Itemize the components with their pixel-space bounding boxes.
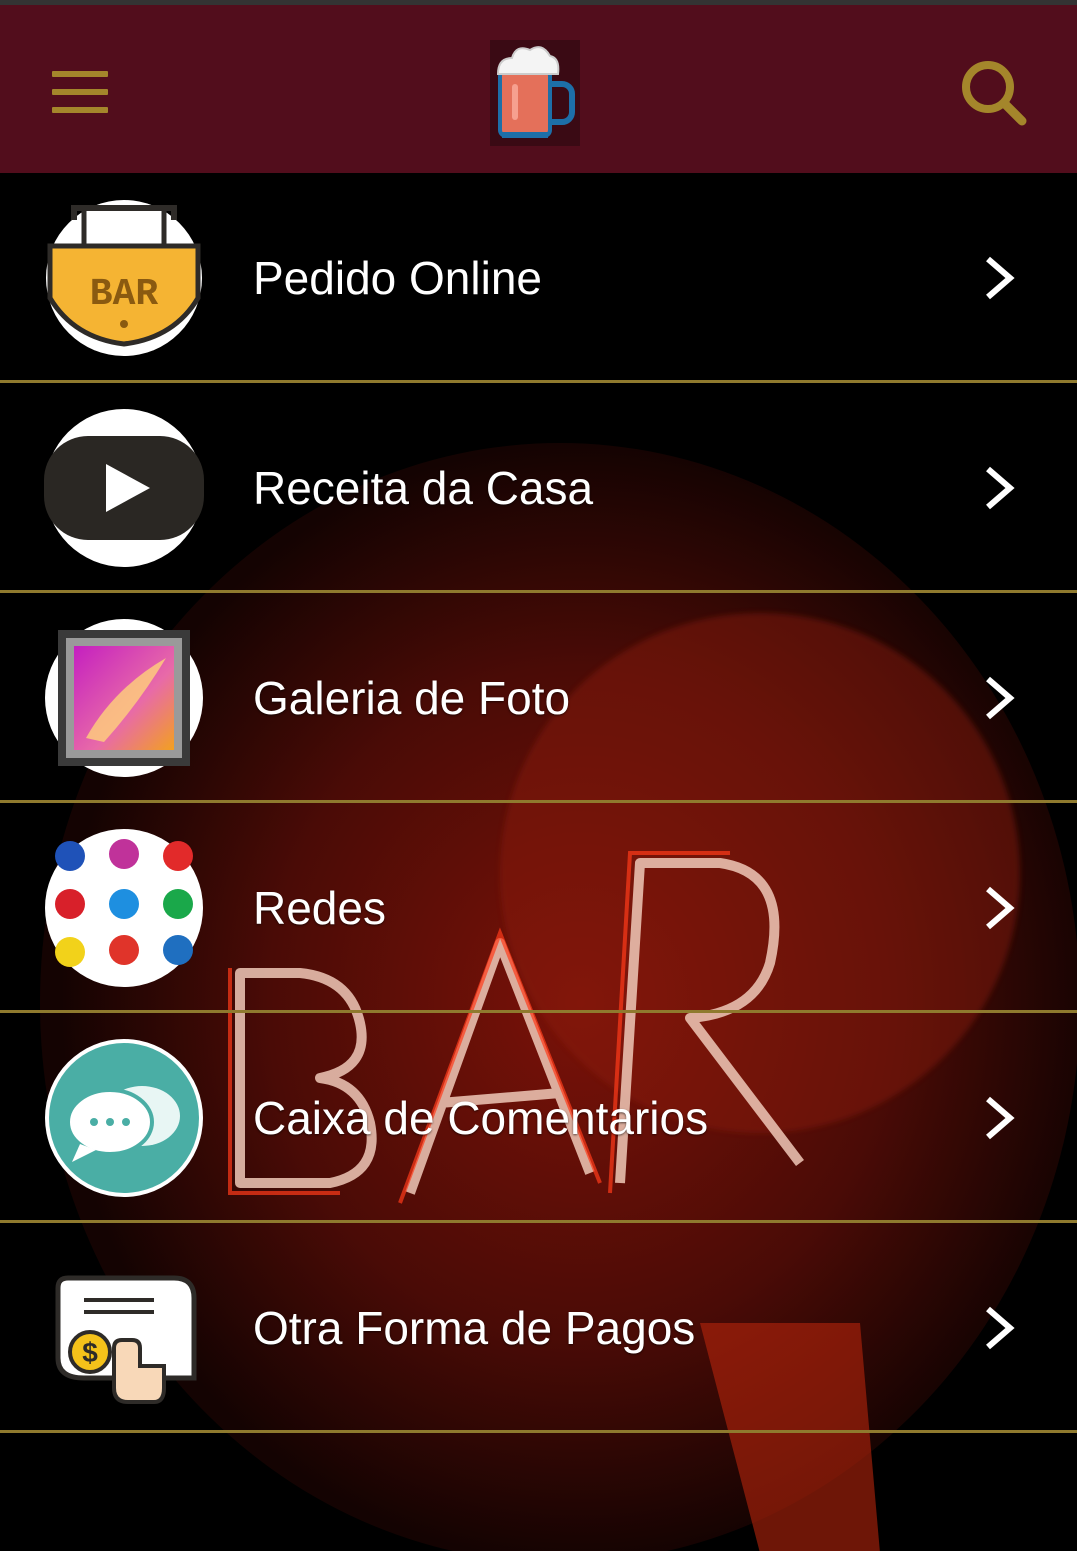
search-icon[interactable] [958, 57, 1028, 127]
menu-item-receita-da-casa[interactable]: Receita da Casa [0, 383, 1077, 593]
menu-list: BAR Pedido Online Receita da Casa Galeri… [0, 173, 1077, 1433]
chevron-right-icon [986, 1306, 1015, 1350]
menu-item-label: Redes [253, 882, 386, 934]
photo-frame-icon [45, 619, 203, 777]
svg-text:BAR: BAR [90, 273, 159, 316]
chevron-right-icon [986, 1096, 1015, 1140]
menu-item-otra-forma-de-pagos[interactable]: $ Otra Forma de Pagos [0, 1223, 1077, 1433]
bar-sign-icon: BAR [46, 200, 202, 356]
chevron-right-icon [986, 676, 1015, 720]
hamburger-menu-icon[interactable] [52, 71, 110, 115]
app-bar [0, 5, 1077, 173]
menu-item-label: Receita da Casa [253, 462, 594, 514]
chevron-right-icon [986, 466, 1015, 510]
social-networks-icon [45, 829, 203, 987]
menu-item-label: Otra Forma de Pagos [253, 1302, 696, 1354]
menu-item-label: Pedido Online [253, 252, 542, 304]
menu-item-galeria-de-foto[interactable]: Galeria de Foto [0, 593, 1077, 803]
menu-item-pedido-online[interactable]: BAR Pedido Online [0, 173, 1077, 383]
menu-item-redes[interactable]: Redes [0, 803, 1077, 1013]
beer-mug-icon [490, 40, 580, 146]
menu-item-label: Galeria de Foto [253, 672, 571, 724]
chevron-right-icon [986, 256, 1015, 300]
chat-bubbles-icon [45, 1039, 203, 1197]
play-video-icon [44, 409, 204, 567]
payment-receipt-icon: $ [55, 1275, 197, 1404]
menu-item-caixa-de-comentarios[interactable]: Caixa de Comentarios [0, 1013, 1077, 1223]
svg-text:$: $ [82, 1337, 98, 1368]
menu-item-label: Caixa de Comentarios [253, 1092, 709, 1144]
chevron-right-icon [986, 886, 1015, 930]
